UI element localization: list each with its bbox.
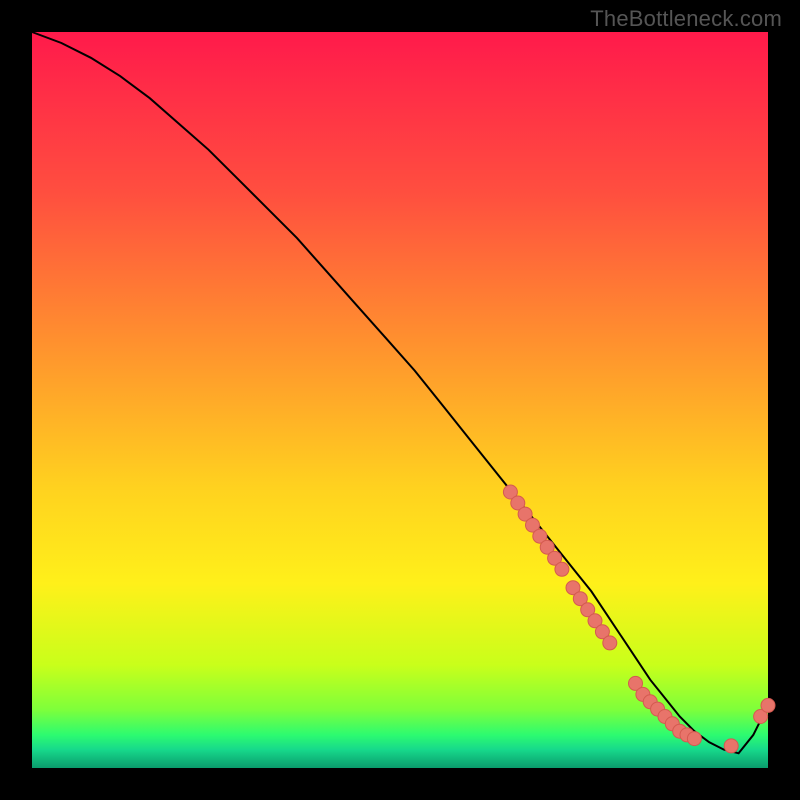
plot-background xyxy=(32,32,768,768)
data-marker xyxy=(555,562,569,576)
data-marker xyxy=(603,636,617,650)
chart-svg xyxy=(0,0,800,800)
data-marker xyxy=(761,698,775,712)
data-marker xyxy=(724,739,738,753)
watermark-text: TheBottleneck.com xyxy=(590,6,782,32)
data-marker xyxy=(687,732,701,746)
chart-root: TheBottleneck.com xyxy=(0,0,800,800)
